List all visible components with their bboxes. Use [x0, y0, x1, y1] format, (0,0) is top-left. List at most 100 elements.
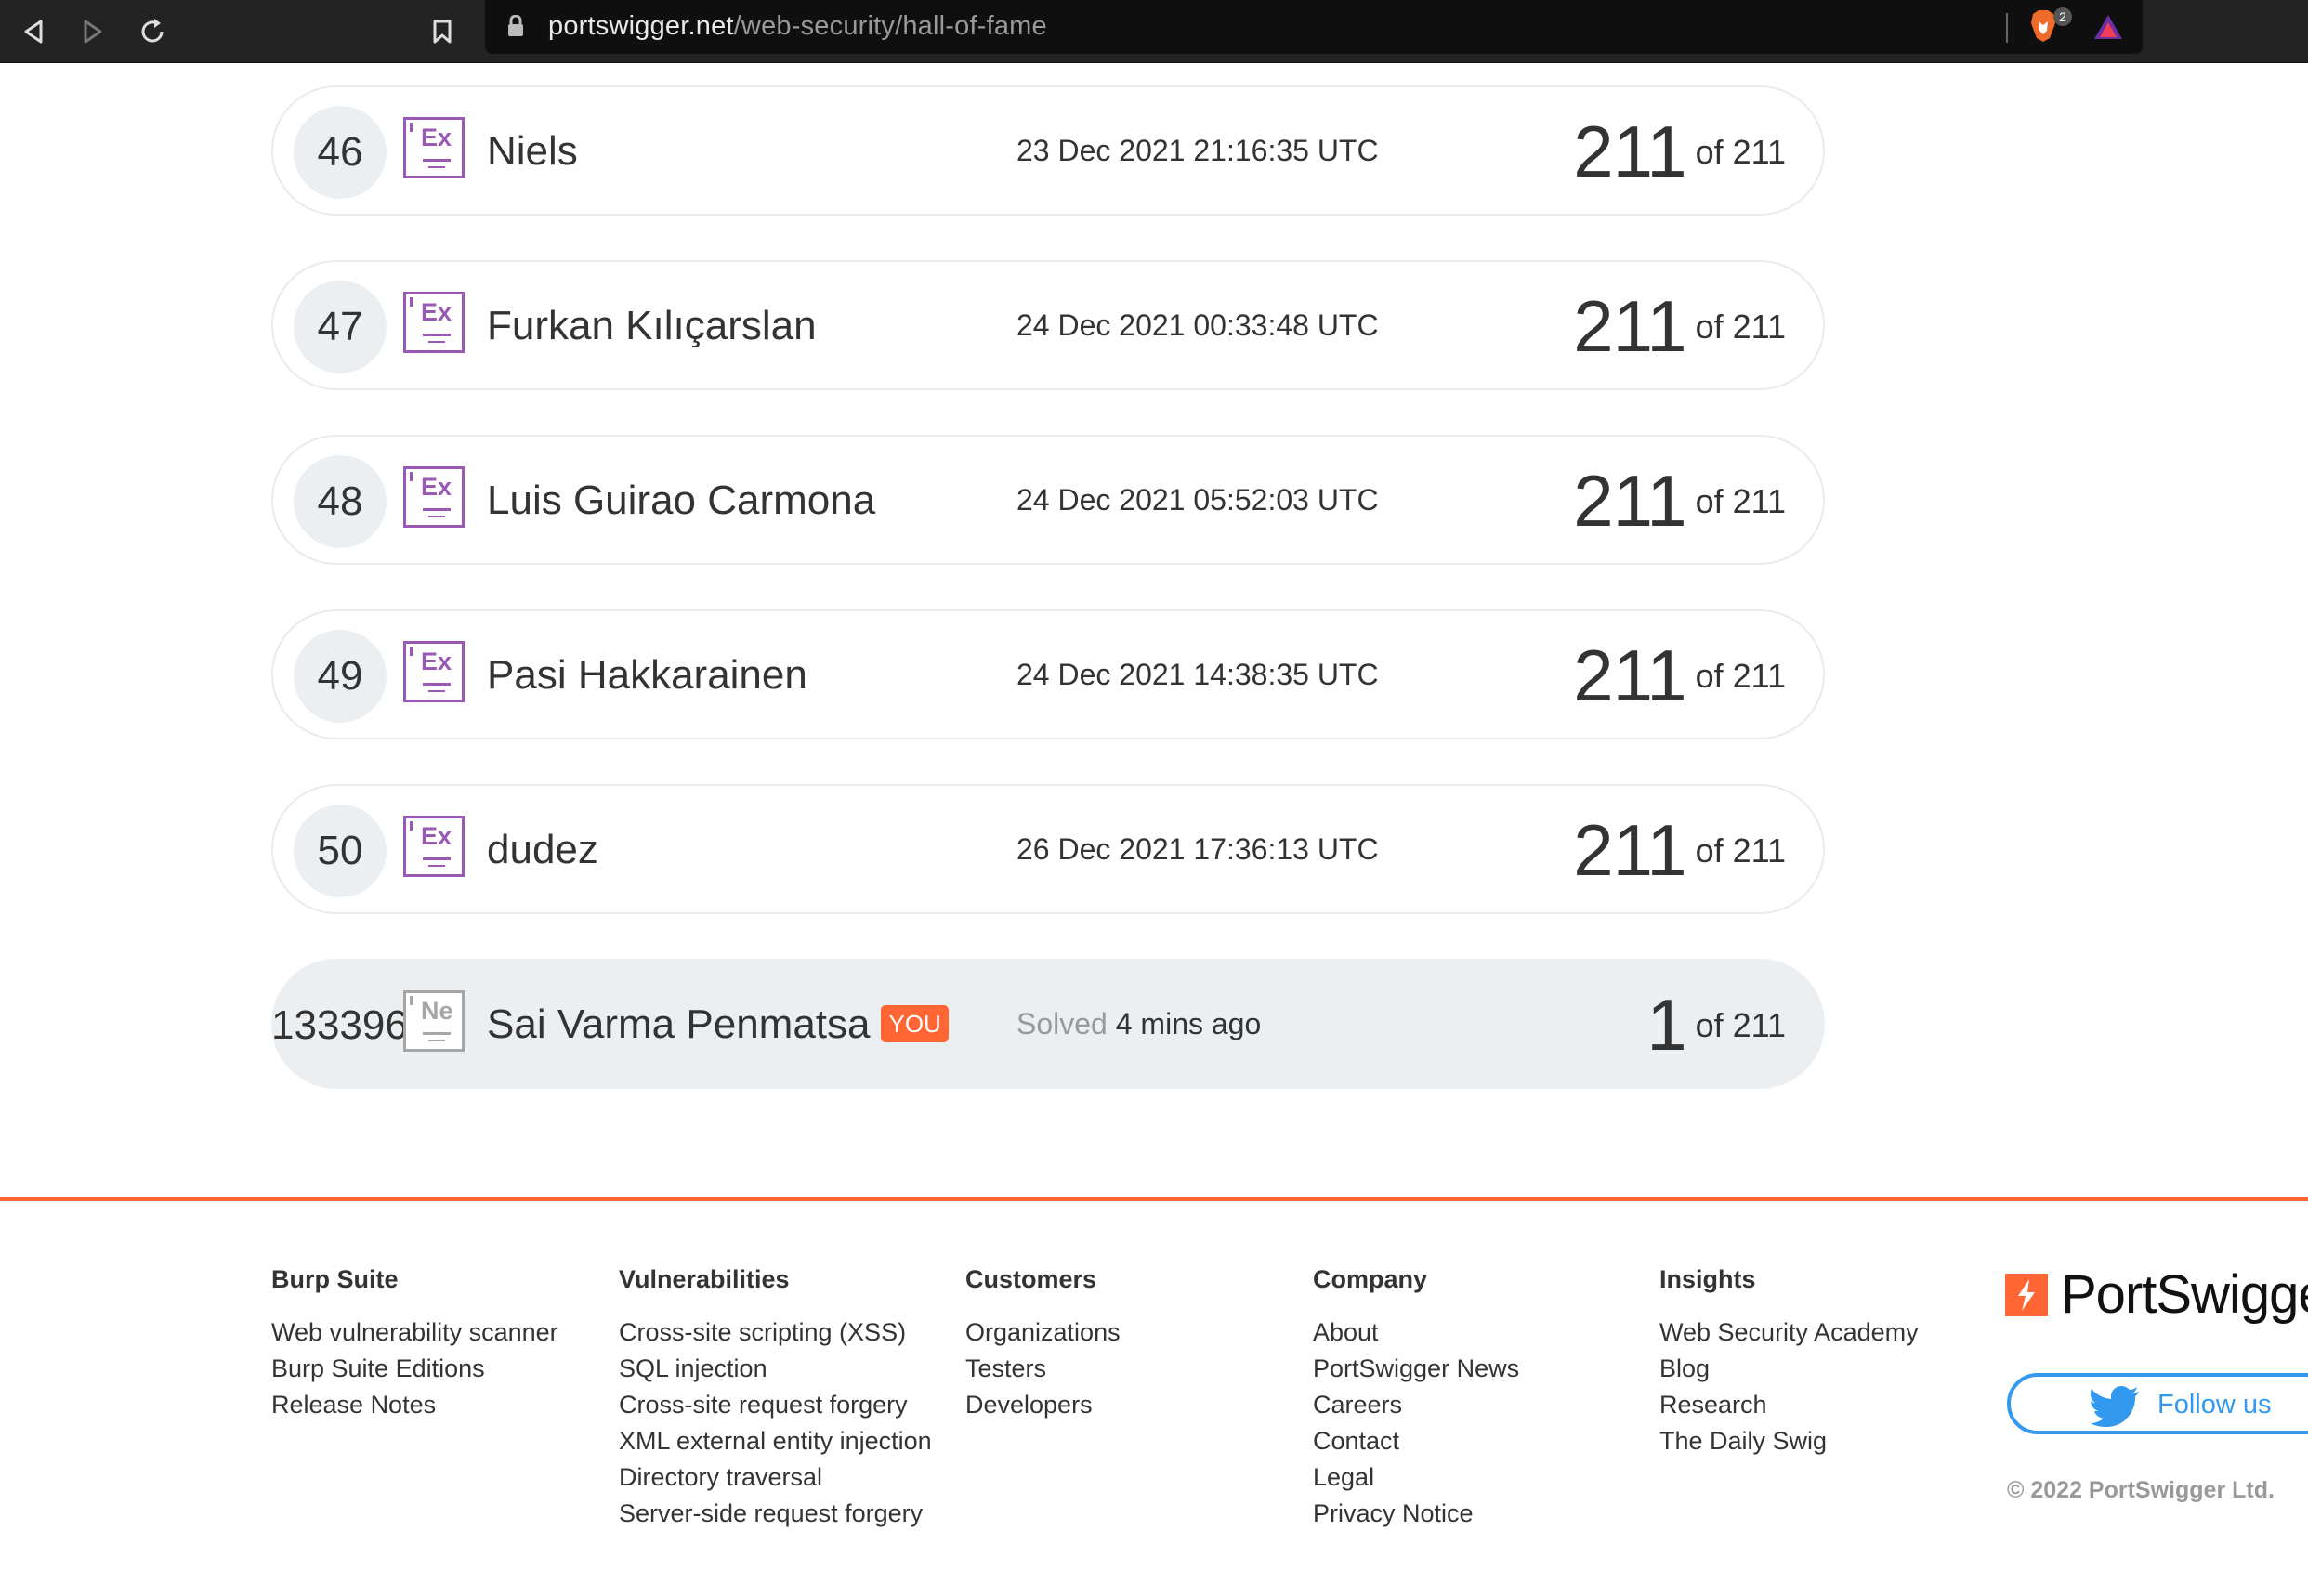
score: 211 of 211 — [1573, 459, 1786, 543]
score-value: 211 — [1573, 809, 1686, 891]
footer-heading: Vulnerabilities — [619, 1265, 790, 1293]
footer-link[interactable]: Blog — [1659, 1351, 1919, 1387]
footer-link[interactable]: About — [1313, 1315, 1519, 1351]
follow-us-label: Follow us — [2157, 1390, 2272, 1419]
back-button[interactable] — [15, 13, 52, 50]
footer-link[interactable]: Contact — [1313, 1423, 1519, 1459]
score: 211 of 211 — [1573, 110, 1786, 194]
brave-rewards-button[interactable] — [2092, 13, 2124, 46]
level-badge-icon: Ex — [403, 292, 465, 353]
copyright-text: © 2022 PortSwigger Ltd. — [2007, 1477, 2275, 1503]
footer-link[interactable]: Testers — [965, 1351, 1121, 1387]
bookmark-button[interactable] — [424, 13, 461, 50]
footer-link[interactable]: The Daily Swig — [1659, 1423, 1919, 1459]
footer-column-burp-suite: Burp Suite Web vulnerability scanner Bur… — [271, 1265, 558, 1423]
completion-date: 24 Dec 2021 00:33:48 UTC — [1016, 308, 1379, 342]
score: 211 of 211 — [1573, 284, 1786, 369]
footer-link[interactable]: Directory traversal — [619, 1459, 932, 1496]
solved-status: Solved 4 mins ago — [1016, 1007, 1261, 1041]
user-name: Luis Guirao Carmona — [487, 477, 876, 523]
footer-link[interactable]: Cross-site request forgery — [619, 1387, 932, 1423]
footer-link[interactable]: Privacy Notice — [1313, 1496, 1519, 1532]
browser-toolbar: portswigger.net/web-security/hall-of-fam… — [0, 0, 2308, 63]
level-badge-icon: Ex — [403, 117, 465, 178]
leaderboard-row: 50 Ex dudez 26 Dec 2021 17:36:13 UTC 211… — [271, 784, 1825, 914]
score-value: 211 — [1573, 285, 1686, 367]
level-label: Ex — [421, 648, 452, 675]
portswigger-mark-icon — [2005, 1273, 2048, 1316]
completion-date: 24 Dec 2021 05:52:03 UTC — [1016, 483, 1379, 517]
footer-link[interactable]: Careers — [1313, 1387, 1519, 1423]
completion-date: 26 Dec 2021 17:36:13 UTC — [1016, 832, 1379, 866]
footer-link[interactable]: Web Security Academy — [1659, 1315, 1919, 1351]
score-value: 211 — [1573, 460, 1686, 542]
score-total: of 211 — [1695, 132, 1786, 171]
footer-link[interactable]: Organizations — [965, 1315, 1121, 1351]
footer-link[interactable]: SQL injection — [619, 1351, 932, 1387]
footer-link[interactable]: Web vulnerability scanner — [271, 1315, 558, 1351]
footer-heading: Insights — [1659, 1265, 1756, 1293]
score-value: 211 — [1573, 634, 1686, 716]
score-total: of 211 — [1695, 307, 1786, 346]
completion-date: 23 Dec 2021 21:16:35 UTC — [1016, 134, 1379, 167]
user-name: Pasi Hakkarainen — [487, 652, 807, 698]
level-label: Ex — [421, 473, 452, 501]
score-total: of 211 — [1695, 1005, 1786, 1044]
solved-label: Solved — [1016, 1007, 1108, 1040]
score-total: of 211 — [1695, 656, 1786, 695]
leaderboard-row: 49 Ex Pasi Hakkarainen 24 Dec 2021 14:38… — [271, 609, 1825, 739]
rank-number: 48 — [294, 455, 387, 548]
rank-number: 133396 — [271, 1002, 408, 1048]
brand-name: PortSwigger — [2061, 1264, 2308, 1325]
you-badge: YOU — [881, 1005, 949, 1042]
twitter-bird-icon — [2091, 1386, 2139, 1427]
footer-column-vulnerabilities: Vulnerabilities Cross-site scripting (XS… — [619, 1265, 932, 1532]
user-name: Sai Varma Penmatsa YOU — [487, 1001, 949, 1048]
footer-heading: Company — [1313, 1265, 1428, 1293]
footer-column-company: Company About PortSwigger News Careers C… — [1313, 1265, 1519, 1532]
footer-link[interactable]: Legal — [1313, 1459, 1519, 1496]
rank-number: 46 — [294, 106, 387, 199]
user-name-text: Sai Varma Penmatsa — [487, 1001, 871, 1047]
level-label: Ne — [421, 997, 453, 1025]
footer-link[interactable]: XML external entity injection — [619, 1423, 932, 1459]
score-value: 1 — [1646, 984, 1686, 1066]
url-path: /web-security/hall-of-fame — [733, 11, 1047, 41]
footer-link[interactable]: Developers — [965, 1387, 1121, 1423]
address-bar[interactable]: portswigger.net/web-security/hall-of-fam… — [485, 0, 2143, 54]
lock-icon — [508, 15, 523, 36]
footer-link[interactable]: Release Notes — [271, 1387, 558, 1423]
score: 1 of 211 — [1646, 983, 1786, 1067]
footer-column-insights: Insights Web Security Academy Blog Resea… — [1659, 1265, 1919, 1459]
footer-column-customers: Customers Organizations Testers Develope… — [965, 1265, 1121, 1423]
completion-date: 24 Dec 2021 14:38:35 UTC — [1016, 658, 1379, 691]
bookmark-icon — [433, 20, 452, 44]
rank-number: 49 — [294, 630, 387, 723]
score: 211 of 211 — [1573, 634, 1786, 718]
level-label: Ex — [421, 298, 452, 326]
back-arrow-icon — [24, 20, 43, 44]
user-name: Niels — [487, 128, 578, 174]
level-badge-icon: Ex — [403, 641, 465, 702]
score-total: of 211 — [1695, 831, 1786, 870]
score-total: of 211 — [1695, 481, 1786, 520]
level-badge-icon: Ex — [403, 466, 465, 528]
footer-divider — [0, 1197, 2308, 1201]
reload-icon — [141, 19, 164, 43]
forward-button[interactable] — [74, 13, 111, 50]
leaderboard-row: 46 Ex Niels 23 Dec 2021 21:16:35 UTC 211… — [271, 85, 1825, 216]
leaderboard-row: 48 Ex Luis Guirao Carmona 24 Dec 2021 05… — [271, 435, 1825, 565]
level-badge-icon: Ex — [403, 816, 465, 877]
footer-link[interactable]: Burp Suite Editions — [271, 1351, 558, 1387]
portswigger-logo[interactable]: PortSwigger — [2005, 1263, 2308, 1326]
footer-link[interactable]: Research — [1659, 1387, 1919, 1423]
rank-number: 47 — [294, 281, 387, 373]
toolbar-divider — [2006, 13, 2008, 43]
footer-link[interactable]: Server-side request forgery — [619, 1496, 932, 1532]
follow-us-button[interactable]: Follow us — [2007, 1373, 2308, 1434]
current-user-row: 133396 Ne Sai Varma Penmatsa YOU Solved 4… — [271, 959, 1825, 1089]
reload-button[interactable] — [134, 13, 171, 50]
footer-link[interactable]: Cross-site scripting (XSS) — [619, 1315, 932, 1351]
score: 211 of 211 — [1573, 808, 1786, 893]
footer-link[interactable]: PortSwigger News — [1313, 1351, 1519, 1387]
